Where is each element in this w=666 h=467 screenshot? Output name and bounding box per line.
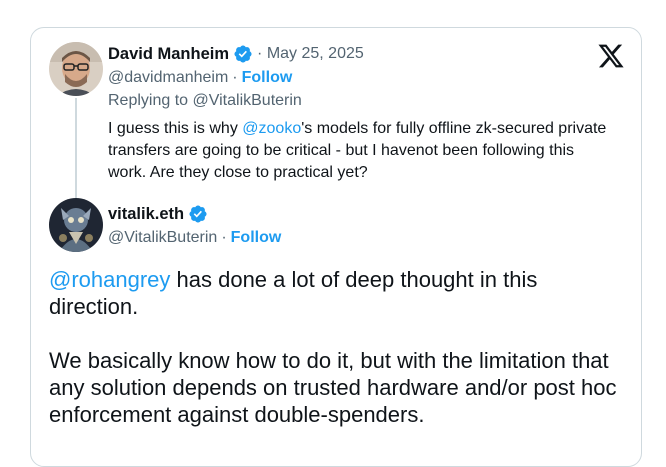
parent-handle-row: @davidmanheim · Follow bbox=[108, 69, 292, 87]
verified-badge-icon bbox=[189, 205, 207, 223]
reply-tweet-text: @rohangrey has done a lot of deep though… bbox=[49, 266, 629, 455]
mention-zooko[interactable]: @zooko bbox=[242, 120, 301, 137]
parent-author-name[interactable]: David Manheim bbox=[108, 45, 229, 64]
parent-date[interactable]: · May 25, 2025 bbox=[257, 45, 364, 63]
replying-to-label[interactable]: Replying to @VitalikButerin bbox=[108, 92, 302, 110]
reply-author-name[interactable]: vitalik.eth bbox=[108, 205, 184, 224]
thread-connector-line bbox=[75, 98, 77, 198]
reply-author-row: vitalik.eth bbox=[108, 204, 208, 224]
separator-dot: · bbox=[232, 69, 238, 86]
verified-badge-icon bbox=[234, 45, 252, 63]
avatar-vitalik[interactable] bbox=[49, 198, 103, 252]
reply-handle-row: @VitalikButerin · Follow bbox=[108, 229, 281, 247]
follow-button-parent[interactable]: Follow bbox=[242, 69, 293, 87]
reply-paragraph-1: @rohangrey has done a lot of deep though… bbox=[49, 267, 538, 319]
avatar-image bbox=[49, 42, 103, 96]
reply-handle[interactable]: @VitalikButerin bbox=[108, 229, 217, 247]
parent-tweet-text: I guess this is why @zooko's models for … bbox=[108, 120, 607, 181]
avatar-david-manheim[interactable] bbox=[49, 42, 103, 96]
avatar-image bbox=[49, 198, 103, 252]
reply-paragraph-2: We basically know how to do it, but with… bbox=[49, 348, 617, 427]
parent-handle[interactable]: @davidmanheim bbox=[108, 69, 228, 87]
separator-dot: · bbox=[221, 229, 227, 246]
mention-rohangrey[interactable]: @rohangrey bbox=[49, 267, 170, 292]
follow-button-reply[interactable]: Follow bbox=[231, 229, 282, 247]
x-logo-icon[interactable] bbox=[597, 42, 625, 70]
parent-author-row: David Manheim · May 25, 2025 bbox=[108, 44, 364, 64]
